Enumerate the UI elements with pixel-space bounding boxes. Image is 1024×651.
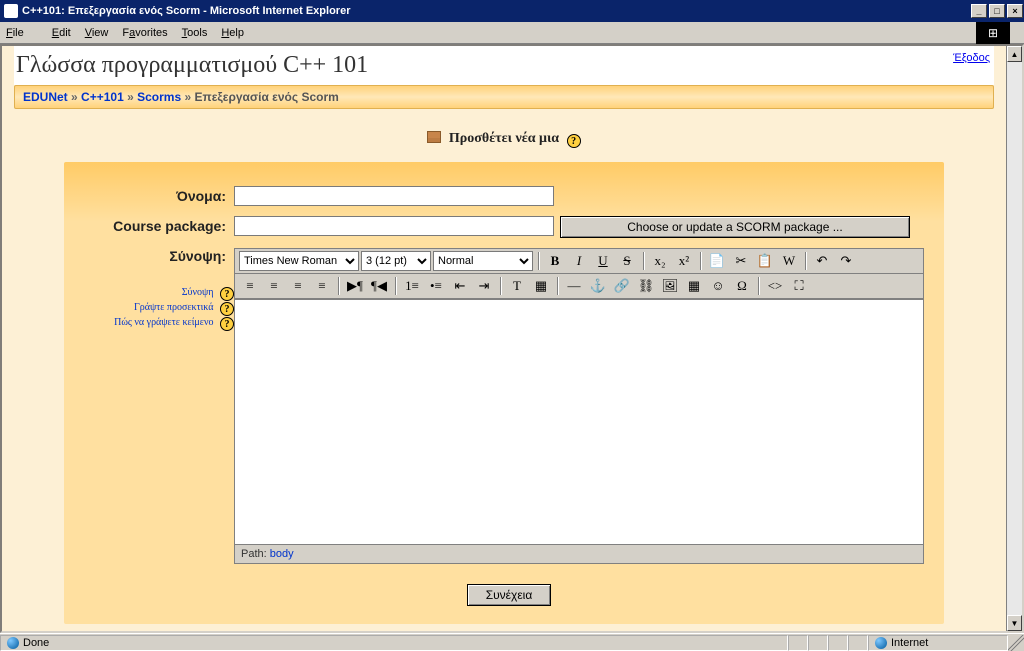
ie-icon: [4, 4, 18, 18]
italic-button[interactable]: I: [568, 251, 590, 271]
unlink-button[interactable]: ⛓: [635, 276, 657, 296]
font-size-select[interactable]: 3 (12 pt): [361, 251, 431, 271]
font-family-select[interactable]: Times New Roman: [239, 251, 359, 271]
menu-view[interactable]: View: [85, 27, 109, 39]
browser-client: Γλώσσα προγραμματισμού C++ 101 Έξοδος ED…: [0, 44, 1024, 633]
editor-toolbar-1: Times New Roman 3 (12 pt) Normal B I: [235, 249, 923, 274]
menu-edit[interactable]: Edit: [52, 27, 71, 39]
minimize-button[interactable]: _: [971, 4, 987, 18]
paste-word-button[interactable]: W: [778, 251, 800, 271]
strike-button[interactable]: S: [616, 251, 638, 271]
menubar: File Edit View Favorites Tools Help ⊞: [0, 22, 1024, 44]
menu-help[interactable]: Help: [221, 27, 244, 39]
image-button[interactable]: 🖼: [659, 276, 681, 296]
help-icon[interactable]: ?: [220, 317, 234, 331]
paste-button[interactable]: 📋: [754, 251, 776, 271]
ie-page-icon: [7, 637, 19, 649]
menu-file[interactable]: File: [6, 27, 38, 39]
help-icon[interactable]: ?: [567, 134, 581, 148]
page-body: Γλώσσα προγραμματισμού C++ 101 Έξοδος ED…: [2, 46, 1006, 631]
indent-button[interactable]: ⇥: [473, 276, 495, 296]
page-heading-row: Προσθέτει νέα μια ?: [14, 109, 994, 162]
breadcrumb-course[interactable]: C++101: [81, 90, 124, 104]
breadcrumb-scorms[interactable]: Scorms: [137, 90, 181, 104]
text-color-button[interactable]: T: [506, 276, 528, 296]
hr-button[interactable]: —: [563, 276, 585, 296]
zone-icon: [875, 637, 887, 649]
logout-link[interactable]: Έξοδος: [953, 52, 990, 64]
editor-toolbar-2: ≡ ≡ ≡ ≡ ▶¶ ¶◀ 1≡ •≡ ⇤ ⇥: [235, 274, 923, 299]
smiley-button[interactable]: ☺: [707, 276, 729, 296]
paragraph-style-select[interactable]: Normal: [433, 251, 533, 271]
superscript-button[interactable]: x²: [673, 251, 695, 271]
resize-grip[interactable]: [1008, 635, 1024, 651]
outdent-button[interactable]: ⇤: [449, 276, 471, 296]
name-label: Όνομα:: [94, 186, 234, 204]
align-center-button[interactable]: ≡: [263, 276, 285, 296]
course-title: Γλώσσα προγραμματισμού C++ 101: [14, 46, 953, 85]
editor-help-links: Σύνοψη ? Γράψτε προσεκτικά ? Πώς να γράψ…: [94, 287, 234, 331]
package-label: Course package:: [94, 216, 234, 234]
window-titlebar: C++101: Επεξεργασία ενός Scorm - Microso…: [0, 0, 1024, 22]
help-icon[interactable]: ?: [220, 287, 234, 301]
align-left-button[interactable]: ≡: [239, 276, 261, 296]
editor-path-body[interactable]: body: [270, 548, 294, 560]
menu-tools[interactable]: Tools: [182, 27, 208, 39]
ltr-button[interactable]: ▶¶: [344, 276, 366, 296]
subscript-button[interactable]: x₂: [649, 251, 671, 271]
breadcrumb-current: Επεξεργασία ενός Scorm: [195, 90, 339, 104]
unordered-list-button[interactable]: •≡: [425, 276, 447, 296]
zone-text: Internet: [891, 637, 928, 649]
table-button[interactable]: ▦: [683, 276, 705, 296]
special-char-button[interactable]: Ω: [731, 276, 753, 296]
name-input[interactable]: [234, 186, 554, 206]
help-link-summary[interactable]: Σύνοψη: [182, 287, 214, 298]
undo-button[interactable]: ↶: [811, 251, 833, 271]
bg-color-button[interactable]: ▦: [530, 276, 552, 296]
continue-button[interactable]: Συνέχεια: [467, 584, 552, 606]
underline-button[interactable]: U: [592, 251, 614, 271]
cut-button[interactable]: ✂: [730, 251, 752, 271]
copy-button[interactable]: 📄: [706, 251, 728, 271]
close-button[interactable]: ×: [1007, 4, 1023, 18]
choose-scorm-button[interactable]: Choose or update a SCORM package ...: [560, 216, 910, 238]
window-title: C++101: Επεξεργασία ενός Scorm - Microso…: [22, 5, 350, 17]
align-justify-button[interactable]: ≡: [311, 276, 333, 296]
redo-button[interactable]: ↷: [835, 251, 857, 271]
align-right-button[interactable]: ≡: [287, 276, 309, 296]
bold-button[interactable]: B: [544, 251, 566, 271]
link-button[interactable]: 🔗: [611, 276, 633, 296]
rtl-button[interactable]: ¶◀: [368, 276, 390, 296]
html-source-button[interactable]: <>: [764, 276, 786, 296]
menu-favorites[interactable]: Favorites: [122, 27, 167, 39]
ordered-list-button[interactable]: 1≡: [401, 276, 423, 296]
scroll-up-button[interactable]: ▲: [1007, 46, 1022, 62]
page-heading: Προσθέτει νέα μια: [449, 131, 559, 146]
breadcrumb: EDUNet » C++101 » Scorms » Επεξεργασία ε…: [14, 85, 994, 109]
package-input[interactable]: [234, 216, 554, 236]
fullscreen-button[interactable]: ⛶: [788, 276, 810, 296]
summary-label: Σύνοψη:: [94, 248, 234, 264]
vertical-scrollbar[interactable]: ▲ ▼: [1006, 46, 1022, 631]
maximize-button[interactable]: □: [989, 4, 1005, 18]
help-link-howto[interactable]: Πώς να γράψετε κείμενο: [114, 317, 213, 328]
package-icon: [427, 131, 441, 143]
scroll-down-button[interactable]: ▼: [1007, 615, 1022, 631]
help-icon[interactable]: ?: [220, 302, 234, 316]
anchor-button[interactable]: ⚓: [587, 276, 609, 296]
windows-flag-icon: ⊞: [976, 22, 1010, 44]
editor-canvas[interactable]: [235, 299, 923, 544]
form-panel: Όνομα: Course package: Choose or update …: [64, 162, 944, 624]
help-link-careful[interactable]: Γράψτε προσεκτικά: [134, 302, 214, 313]
status-text: Done: [23, 637, 49, 649]
statusbar: Done Internet: [0, 633, 1024, 651]
rich-text-editor: Times New Roman 3 (12 pt) Normal B I: [234, 248, 924, 564]
editor-path: Path: body: [235, 544, 923, 563]
breadcrumb-edunet[interactable]: EDUNet: [23, 90, 68, 104]
